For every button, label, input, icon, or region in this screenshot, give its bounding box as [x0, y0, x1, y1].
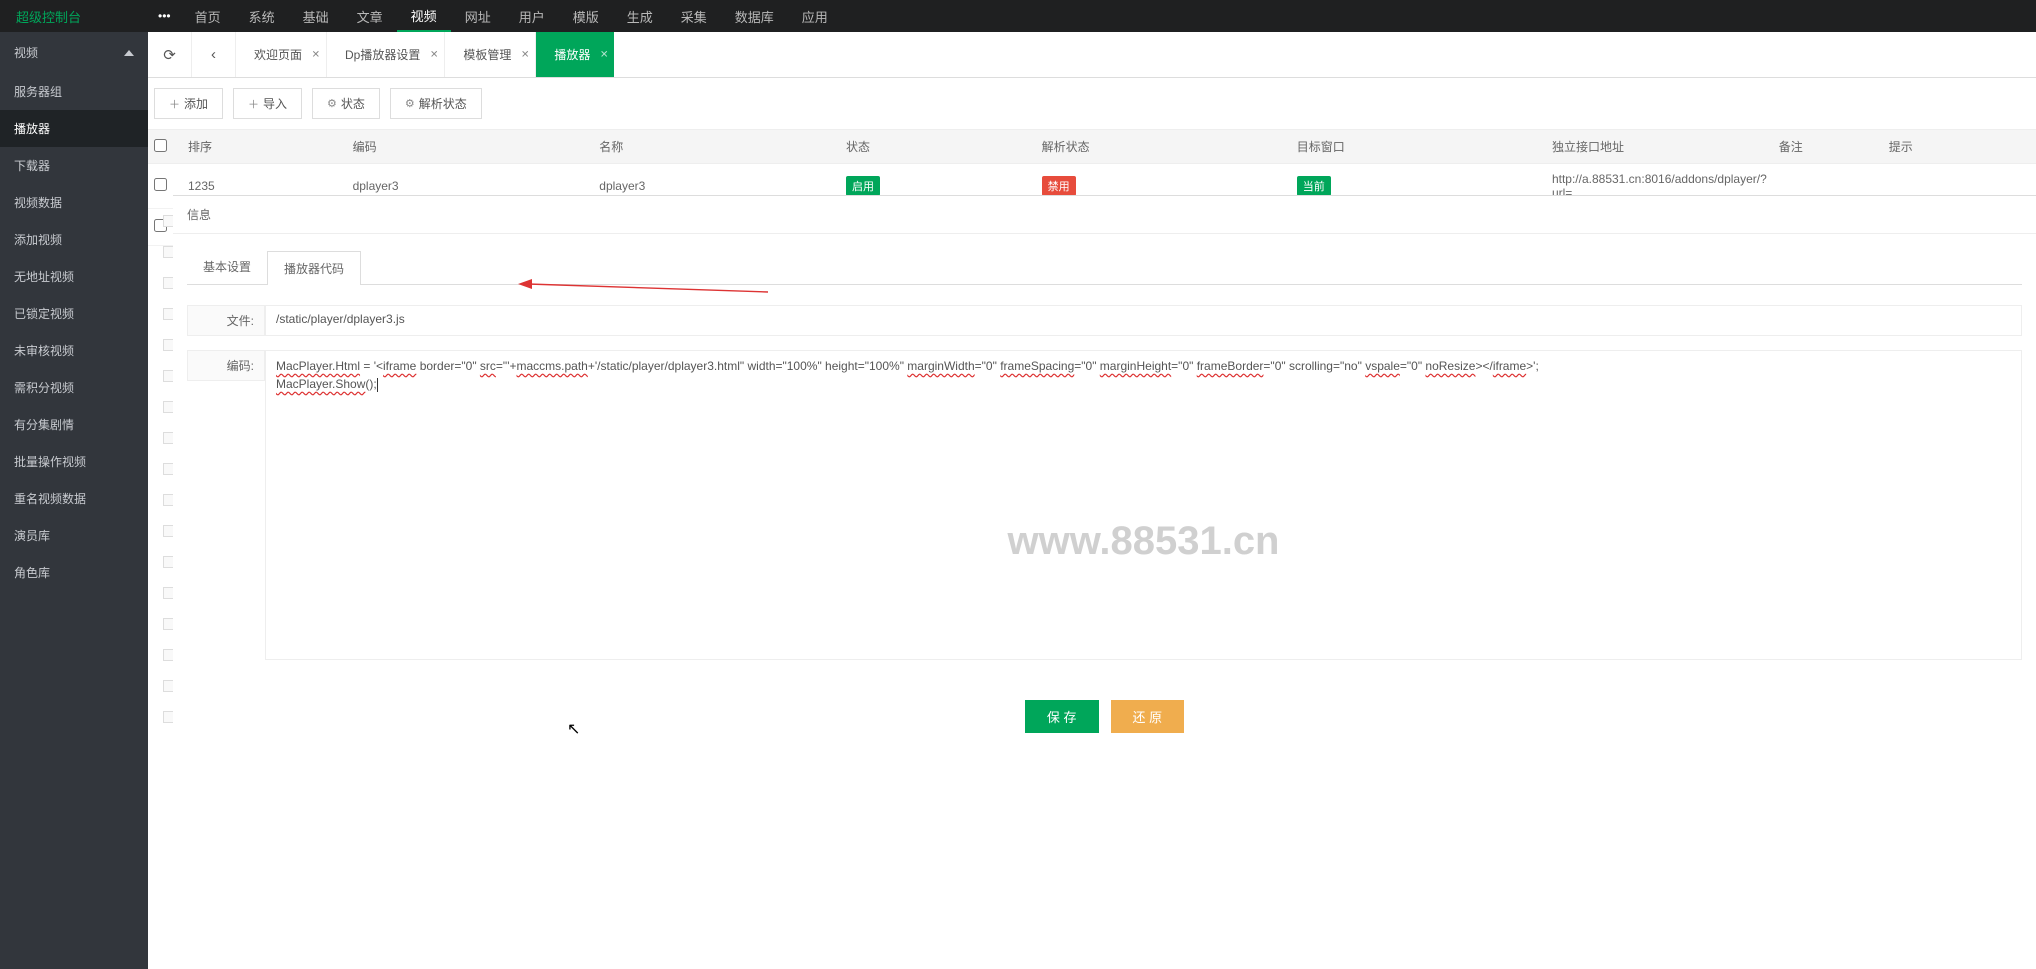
modal-title: 信息 [173, 196, 2036, 234]
sidebar-item[interactable]: 角色库 [0, 554, 148, 591]
target-badge[interactable]: 当前 [1297, 176, 1331, 196]
status-badge[interactable]: 启用 [846, 176, 880, 196]
modal-buttons: 保 存 还 原 [173, 684, 2036, 749]
top-menu: 首页系统基础文章视频网址用户模版生成采集数据库应用 [181, 0, 842, 32]
col-name[interactable]: 名称 [593, 130, 840, 164]
gear-icon: ⚙ [405, 97, 415, 110]
close-icon[interactable]: ✕ [430, 49, 438, 60]
ellipsis-icon[interactable]: ••• [148, 9, 181, 23]
row-checkbox[interactable] [154, 178, 167, 191]
plus-icon: ＋ [169, 96, 180, 112]
parse-status-button[interactable]: ⚙解析状态 [390, 88, 482, 119]
top-menu-item[interactable]: 数据库 [721, 0, 788, 32]
top-menu-item[interactable]: 用户 [505, 0, 559, 32]
close-icon[interactable]: ✕ [521, 49, 529, 60]
top-menu-item[interactable]: 视频 [397, 0, 451, 32]
sidebar-header-label: 视频 [14, 44, 38, 61]
refresh-icon[interactable]: ⟳ [148, 32, 192, 77]
top-menu-item[interactable]: 基础 [289, 0, 343, 32]
sidebar-item[interactable]: 添加视频 [0, 221, 148, 258]
select-all-checkbox[interactable] [154, 139, 167, 152]
top-menu-item[interactable]: 应用 [788, 0, 842, 32]
col-status[interactable]: 状态 [840, 130, 1036, 164]
tab-basic-settings[interactable]: 基本设置 [187, 250, 267, 284]
code-textarea[interactable]: MacPlayer.Html = '<iframe border="0" src… [265, 350, 2022, 660]
top-menu-item[interactable]: 首页 [181, 0, 235, 32]
top-bar: 超级控制台 ••• 首页系统基础文章视频网址用户模版生成采集数据库应用 [0, 0, 2036, 32]
top-menu-item[interactable]: 模版 [559, 0, 613, 32]
sidebar: 视频 服务器组播放器下载器视频数据添加视频无地址视频已锁定视频未审核视频需积分视… [0, 32, 148, 969]
top-menu-item[interactable]: 文章 [343, 0, 397, 32]
back-icon[interactable]: ‹ [192, 32, 236, 77]
code-label: 编码: [187, 350, 265, 381]
col-sort[interactable]: 排序 [182, 130, 347, 164]
sidebar-header[interactable]: 视频 [0, 32, 148, 73]
sidebar-item[interactable]: 未审核视频 [0, 332, 148, 369]
col-hint[interactable]: 提示 [1883, 130, 2036, 164]
top-menu-item[interactable]: 系统 [235, 0, 289, 32]
col-code[interactable]: 编码 [347, 130, 594, 164]
content-tab[interactable]: 模板管理✕ [445, 32, 536, 77]
col-target[interactable]: 目标窗口 [1291, 130, 1546, 164]
import-button[interactable]: ＋导入 [233, 88, 302, 119]
sidebar-item[interactable]: 播放器 [0, 110, 148, 147]
info-modal: 信息 基本设置 播放器代码 文件: /static/player/dplayer… [173, 195, 2036, 969]
content-tab[interactable]: Dp播放器设置✕ [327, 32, 445, 77]
close-icon[interactable]: ✕ [600, 49, 608, 60]
sidebar-item[interactable]: 有分集剧情 [0, 406, 148, 443]
form-area: 文件: /static/player/dplayer3.js 编码: MacPl… [173, 285, 2036, 684]
col-remark[interactable]: 备注 [1773, 130, 1883, 164]
col-url[interactable]: 独立接口地址 [1546, 130, 1773, 164]
add-button[interactable]: ＋添加 [154, 88, 223, 119]
top-menu-item[interactable]: 网址 [451, 0, 505, 32]
file-input[interactable]: /static/player/dplayer3.js [265, 305, 2022, 336]
sidebar-item[interactable]: 已锁定视频 [0, 295, 148, 332]
sidebar-item[interactable]: 无地址视频 [0, 258, 148, 295]
content-tab[interactable]: 欢迎页面✕ [236, 32, 327, 77]
sidebar-item[interactable]: 下载器 [0, 147, 148, 184]
sidebar-item[interactable]: 演员库 [0, 517, 148, 554]
top-menu-item[interactable]: 生成 [613, 0, 667, 32]
close-icon[interactable]: ✕ [312, 49, 320, 60]
save-button[interactable]: 保 存 [1025, 700, 1099, 733]
content-tab[interactable]: 播放器✕ [536, 32, 614, 77]
top-menu-item[interactable]: 采集 [667, 0, 721, 32]
plus-icon: ＋ [248, 96, 259, 112]
tab-bar: ⟳ ‹ 欢迎页面✕Dp播放器设置✕模板管理✕播放器✕ [148, 32, 2036, 78]
file-label: 文件: [187, 305, 265, 336]
text-cursor [377, 378, 378, 392]
sidebar-item[interactable]: 批量操作视频 [0, 443, 148, 480]
tab-player-code[interactable]: 播放器代码 [267, 251, 361, 285]
sidebar-item[interactable]: 重名视频数据 [0, 480, 148, 517]
gear-icon: ⚙ [327, 97, 337, 110]
modal-tab-strip: 基本设置 播放器代码 [173, 234, 2036, 284]
parse-badge[interactable]: 禁用 [1042, 176, 1076, 196]
col-parse[interactable]: 解析状态 [1036, 130, 1291, 164]
status-button[interactable]: ⚙状态 [312, 88, 380, 119]
reset-button[interactable]: 还 原 [1111, 700, 1185, 733]
sidebar-item[interactable]: 需积分视频 [0, 369, 148, 406]
sidebar-item[interactable]: 视频数据 [0, 184, 148, 221]
watermark: www.88531.cn [1008, 511, 1280, 571]
chevron-up-icon [124, 50, 134, 56]
brand: 超级控制台 [0, 7, 148, 26]
sidebar-item[interactable]: 服务器组 [0, 73, 148, 110]
toolbar: ＋添加 ＋导入 ⚙状态 ⚙解析状态 [148, 78, 2036, 129]
